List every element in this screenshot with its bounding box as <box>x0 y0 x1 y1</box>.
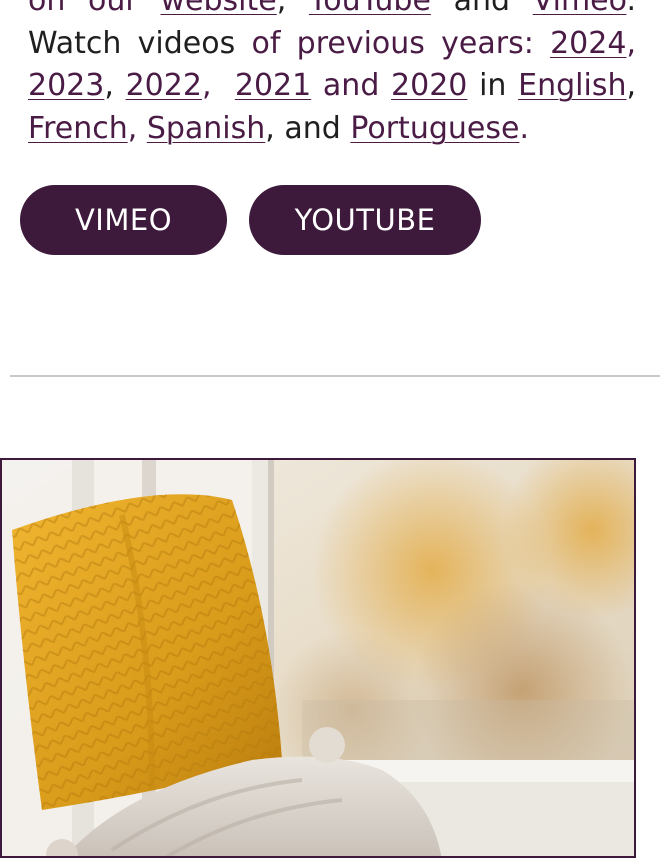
period: . <box>626 0 637 18</box>
and-text: and <box>430 0 533 18</box>
french-link[interactable]: French <box>28 111 128 146</box>
section-divider <box>10 375 660 377</box>
english-link[interactable]: English <box>518 68 626 103</box>
period: . <box>519 110 529 146</box>
intro-paragraph: on our website, YouTube and Vimeo. Watch… <box>28 0 636 150</box>
in-text: in <box>467 68 519 103</box>
spanish-link[interactable]: Spanish <box>147 111 265 146</box>
website-link[interactable]: website <box>160 0 276 18</box>
youtube-link[interactable]: YouTube <box>309 0 431 18</box>
comma: , <box>276 0 309 18</box>
year-2022-link[interactable]: 2022 <box>126 68 202 103</box>
portuguese-link[interactable]: Portuguese <box>350 111 519 146</box>
youtube-button[interactable]: YOUTUBE <box>249 185 481 255</box>
watch-text-mid: of previous years: <box>251 25 551 61</box>
year-2020-link[interactable]: 2020 <box>391 68 467 103</box>
vimeo-link[interactable]: Vimeo <box>533 0 627 18</box>
intro-text: on our <box>28 0 161 18</box>
cozy-pillow-photo <box>0 458 636 858</box>
watch-text: Watch videos <box>28 25 252 61</box>
year-2021-link[interactable]: 2021 <box>235 68 311 103</box>
year-2024-link[interactable]: 2024 <box>550 26 626 61</box>
and-text: and <box>311 68 392 103</box>
vimeo-button[interactable]: VIMEO <box>20 185 227 255</box>
and-text: , and <box>265 110 351 146</box>
year-2023-link[interactable]: 2023 <box>28 68 104 103</box>
photo-illustration <box>2 460 634 856</box>
